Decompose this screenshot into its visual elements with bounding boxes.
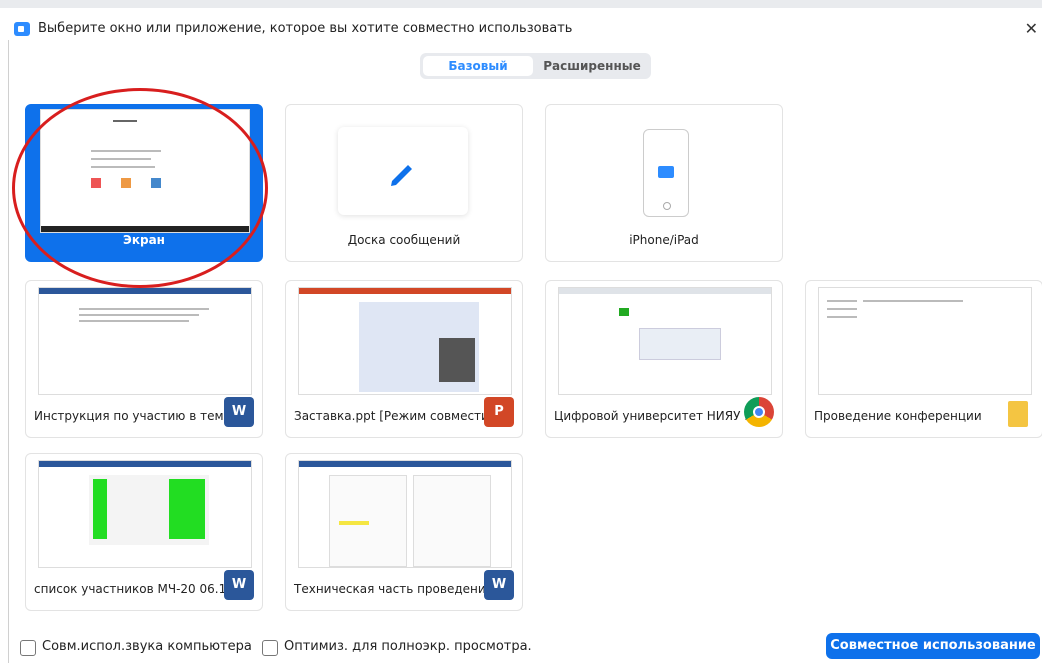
tile-label: Инструкция по участию в темат... [34,409,250,423]
tile-label: список участников МЧ-20 06.10... [34,582,246,596]
window-title: Выберите окно или приложение, которое вы… [38,21,573,36]
tile-whiteboard[interactable]: Доска сообщений [285,104,523,262]
tile-label: Заставка.ppt [Режим совмести... [294,409,501,423]
footer: Совм.испол.звука компьютера Оптимиз. для… [0,630,1042,663]
window-left-edge [0,40,9,663]
tile-label: Цифровой университет НИЯУ ... [554,409,756,423]
pencil-icon [391,165,412,186]
window-thumbnail [818,287,1032,395]
window-thumbnail [298,460,512,568]
home-button-icon [663,202,671,210]
tile-label: Экран [123,233,165,247]
tile-label: iPhone/iPad [629,233,699,247]
tile-window-technical[interactable]: Техническая часть проведения ... W [285,453,523,611]
share-sound-checkbox[interactable] [20,640,36,656]
tile-label: Доска сообщений [347,233,461,247]
tile-window-presentation[interactable]: Заставка.ppt [Режим совмести... P [285,280,523,438]
powerpoint-icon: P [484,397,514,427]
airplay-icon [658,166,674,178]
tab-basic[interactable]: Базовый [423,56,533,76]
window-thumbnail [38,460,252,568]
whiteboard-card [338,127,468,215]
tile-window-participants[interactable]: список участников МЧ-20 06.10... W [25,453,263,611]
tile-label: Проведение конференции [814,409,982,423]
title-bar: Выберите окно или приложение, которое вы… [0,0,1042,40]
tile-label: Техническая часть проведения ... [294,582,509,596]
mode-tabs: Базовый Расширенные [420,53,651,79]
share-sound-label: Совм.испол.звука компьютера [42,639,252,654]
tile-window-folder[interactable]: Проведение конференции [805,280,1042,438]
folder-icon [1008,401,1028,427]
phone-outline [643,129,689,217]
window-thumbnail [298,287,512,395]
tab-advanced[interactable]: Расширенные [536,56,648,76]
window-thumbnail [38,287,252,395]
screen-thumbnail [40,109,250,233]
tile-window-instruction[interactable]: Инструкция по участию в темат... W [25,280,263,438]
tile-screen[interactable]: Экран [25,104,263,262]
close-icon[interactable]: ✕ [1025,19,1038,38]
word-icon: W [224,397,254,427]
tile-iphone-ipad[interactable]: iPhone/iPad [545,104,783,262]
word-icon: W [484,570,514,600]
tile-window-browser[interactable]: Цифровой университет НИЯУ ... [545,280,783,438]
share-button[interactable]: Совместное использование [826,633,1040,659]
optimize-video-label: Оптимиз. для полноэкр. просмотра. [284,639,532,654]
word-icon: W [224,570,254,600]
optimize-video-checkbox[interactable] [262,640,278,656]
zoom-app-icon [14,22,30,36]
window-thumbnail [558,287,772,395]
chrome-icon [744,397,774,427]
